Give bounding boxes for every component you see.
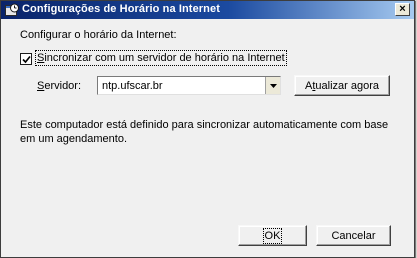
sync-checkbox[interactable]: [20, 53, 32, 65]
dropdown-arrow-button[interactable]: [265, 77, 280, 94]
description-line-2: em um agendamento.: [20, 133, 128, 145]
server-label: Servidor:: [37, 80, 82, 92]
checkmark-icon: [21, 55, 31, 63]
update-now-label: Atualizar agora: [305, 79, 379, 92]
ok-button[interactable]: OK: [238, 225, 307, 246]
title-bar[interactable]: Configurações de Horário na Internet ×: [1, 1, 414, 19]
description-line-1: Este computador está definido para sincr…: [20, 119, 389, 131]
sync-checkbox-label[interactable]: Sincronizar com um servidor de horário n…: [35, 50, 287, 66]
clock-window-icon: [5, 3, 19, 16]
cancel-label: Cancelar: [331, 229, 376, 242]
window-title: Configurações de Horário na Internet: [22, 3, 220, 15]
internet-time-dialog: Configurações de Horário na Internet × C…: [0, 0, 415, 258]
ok-label: OK: [262, 227, 283, 244]
server-value: ntp.ufscar.br: [102, 80, 163, 92]
server-combobox[interactable]: ntp.ufscar.br: [97, 76, 281, 95]
section-caption: Configurar o horário da Internet:: [20, 29, 177, 41]
close-button[interactable]: ×: [395, 3, 410, 16]
close-icon: ×: [399, 3, 406, 15]
chevron-down-icon: [269, 83, 277, 88]
sync-description: Este computador está definido para sincr…: [20, 118, 395, 146]
update-now-button[interactable]: Atualizar agora: [294, 75, 390, 96]
cancel-button[interactable]: Cancelar: [316, 225, 391, 246]
